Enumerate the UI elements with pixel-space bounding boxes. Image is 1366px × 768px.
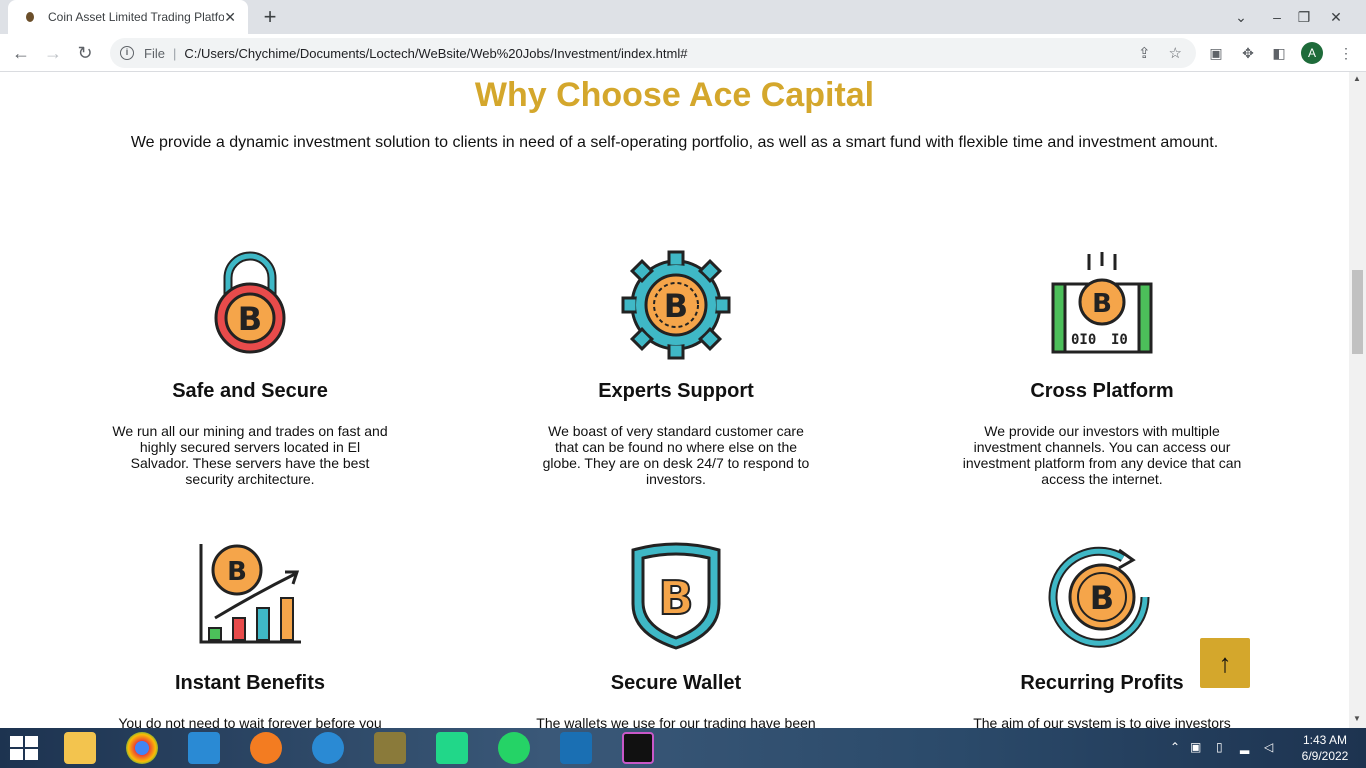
xampp-icon[interactable] [250,732,282,764]
bitcoin-refresh-icon: B [1047,542,1157,652]
browser-toolbar: ← → ↻ i File | C:/Users/Chychime/Documen… [0,34,1366,72]
vscode-icon[interactable] [188,732,220,764]
tray-chevron-icon[interactable]: ⌃ [1170,740,1180,754]
address-bar[interactable]: i File | C:/Users/Chychime/Documents/Loc… [110,38,1196,68]
clock-time: 1:43 AM [1302,733,1348,747]
menu-kebab-icon[interactable]: ⋮ [1336,43,1356,63]
feature-title: Secure Wallet [610,672,742,694]
bitcoin-lock-icon: B [195,250,305,360]
windows-taskbar: ⌃ ▣ ▯ ▂ ◁ 1:43 AM 6/9/2022 [0,728,1366,768]
volume-muted-icon[interactable]: ◁ [1264,740,1273,754]
bitcoin-shield-icon: B [621,542,731,652]
translate-extension-icon[interactable]: ▣ [1206,43,1226,63]
chrome-icon[interactable] [126,732,158,764]
feature-card: B Secure Wallet The wallets we use for o… [526,542,826,728]
feature-text: The aim of our system is to give investo… [973,715,1231,728]
side-panel-icon[interactable]: ◧ [1269,43,1289,63]
windows-start-icon[interactable] [10,736,38,760]
svg-text:B: B [658,571,693,625]
forward-arrow-icon[interactable]: → [40,40,66,66]
teamviewer-icon[interactable] [312,732,344,764]
browser-titlebar: Coin Asset Limited Trading Platfo ✕ + ⌄ … [0,0,1366,34]
virtualbox-icon[interactable] [560,732,592,764]
scroll-down-icon[interactable]: ▼ [1353,714,1361,723]
page-viewport: Why Choose Ace Capital We provide a dyna… [0,72,1349,728]
share-icon[interactable]: ⇪ [1138,44,1151,62]
extensions-puzzle-icon[interactable]: ✥ [1238,43,1258,63]
section-intro: We provide a dynamic investment solution… [130,134,1219,151]
feature-title: Experts Support [598,380,754,402]
svg-text:B: B [227,557,247,587]
bitcoin-screen-icon: B 0I0 I0 [1047,250,1157,360]
feature-text: The wallets we use for our trading have … [536,715,816,728]
url-text[interactable]: C:/Users/Chychime/Documents/Loctech/WeBs… [184,46,687,61]
back-arrow-icon[interactable]: ← [8,40,34,66]
svg-text:I0: I0 [1111,332,1128,348]
whatsapp-icon[interactable] [498,732,530,764]
site-favicon-icon [26,12,34,22]
feature-text: You do not need to wait forever before y… [118,715,382,728]
feature-text: We boast of very standard customer care … [542,423,810,487]
svg-text:0I0: 0I0 [1071,332,1096,348]
tab-search-icon[interactable]: ⌄ [1225,0,1257,34]
battery-icon[interactable]: ▯ [1216,740,1223,754]
network-icon[interactable]: ▂ [1240,740,1249,754]
file-label: File [144,45,165,61]
archive-app-icon[interactable] [374,732,406,764]
restore-button[interactable]: ❐ [1288,0,1320,34]
tab-title: Coin Asset Limited Trading Platfo [48,10,224,24]
reload-icon[interactable]: ↻ [72,40,98,66]
taskbar-clock[interactable]: 1:43 AM 6/9/2022 [1290,732,1360,764]
feature-title: Cross Platform [1030,380,1174,402]
page-scrollbar[interactable]: ▲ ▼ [1349,72,1366,728]
tab-close-icon[interactable]: ✕ [224,9,236,26]
feature-card: B Experts Support We boast of very stand… [526,250,826,487]
window-close-button[interactable]: ✕ [1320,0,1352,34]
section-heading: Why Choose Ace Capital [474,76,875,114]
feature-card: B Safe and Secure We run all our mining … [100,250,400,487]
feature-card: B Recurring Profits The aim of our syste… [952,542,1252,728]
profile-avatar[interactable]: A [1301,42,1323,64]
feature-text: We run all our mining and trades on fast… [112,423,388,487]
scroll-up-icon[interactable]: ▲ [1353,74,1361,83]
info-icon[interactable]: i [120,46,134,60]
feature-title: Instant Benefits [174,672,326,694]
tray-app-icon[interactable]: ▣ [1190,740,1201,754]
back-to-top-button[interactable]: ↑ [1200,638,1250,688]
bookmark-star-icon[interactable]: ☆ [1169,44,1182,62]
feature-card: B 0I0 I0 Cross Platform We provide our i… [952,250,1252,487]
bitcoin-growth-chart-icon: B [195,542,305,652]
terminal-icon[interactable] [622,732,654,764]
svg-text:B: B [664,287,688,325]
file-explorer-icon[interactable] [64,732,96,764]
feature-text: We provide our investors with multiple i… [962,423,1242,487]
browser-tab[interactable]: Coin Asset Limited Trading Platfo ✕ [8,0,248,34]
new-tab-button[interactable]: + [256,3,284,31]
clock-date: 6/9/2022 [1301,749,1349,763]
feature-title: Safe and Secure [172,380,328,402]
svg-text:B: B [1090,579,1114,617]
feature-card: B Instant Benefits You do not need to wa… [100,542,400,728]
scrollbar-thumb[interactable] [1352,270,1363,354]
pycharm-icon[interactable] [436,732,468,764]
svg-text:B: B [238,300,262,338]
bitcoin-gear-icon: B [621,250,731,360]
svg-text:B: B [1092,289,1112,319]
address-separator: | [172,45,177,61]
